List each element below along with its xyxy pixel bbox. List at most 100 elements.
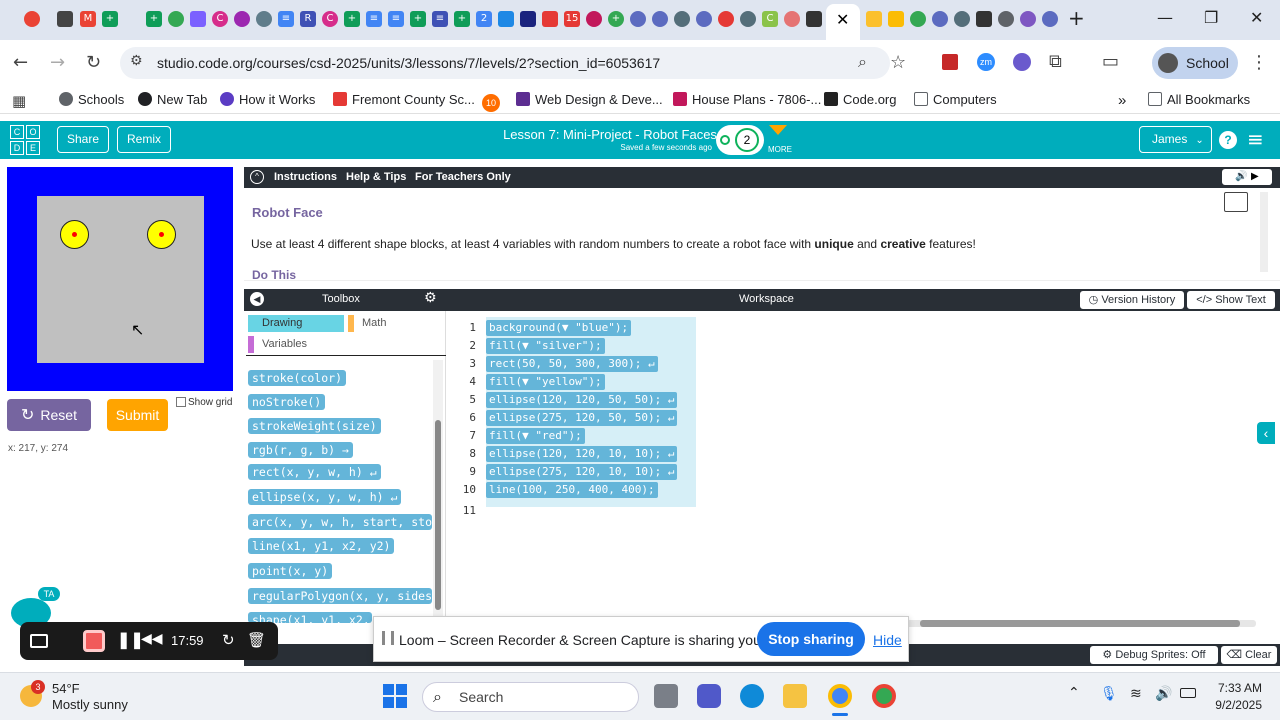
windows-start-icon[interactable] — [383, 684, 407, 708]
category-drawing[interactable]: Drawing — [248, 315, 344, 332]
cast-icon[interactable]: ▭ — [1102, 51, 1119, 72]
tab-favicon[interactable] — [652, 11, 668, 27]
tab-favicon[interactable] — [1020, 11, 1036, 27]
tab-favicon[interactable] — [256, 11, 272, 27]
extension-icon[interactable] — [942, 54, 958, 70]
tab-favicon[interactable] — [932, 11, 948, 27]
codeorg-logo[interactable]: C O D E — [10, 125, 40, 155]
code-line-rect[interactable]: rect(50, 50, 300, 300); ↵ — [486, 356, 658, 372]
tab-teachers-only[interactable]: For Teachers Only — [415, 171, 511, 183]
tab-favicon[interactable] — [740, 11, 756, 27]
bookmark-codeorg[interactable]: Code.org — [824, 92, 896, 107]
bookmark-web-design[interactable]: Web Design & Deve... — [516, 92, 663, 107]
block-line[interactable]: line(x1, y1, x2, y2) — [248, 538, 395, 554]
tab-favicon[interactable]: + — [454, 11, 470, 27]
tab-favicon[interactable] — [586, 11, 602, 27]
stop-recording-icon[interactable] — [83, 630, 105, 652]
code-line-ellipse[interactable]: ellipse(275, 120, 50, 50); ↵ — [486, 410, 678, 426]
microphone-icon[interactable]: 🎙 — [1100, 686, 1118, 702]
trash-icon[interactable]: 🗑 — [247, 631, 266, 649]
tab-favicon[interactable]: + — [102, 11, 118, 27]
show-text-button[interactable]: </> Show Text — [1187, 291, 1275, 309]
collapse-toolbox-icon[interactable]: ◀ — [250, 292, 264, 306]
block-stroke[interactable]: stroke(color) — [248, 370, 347, 386]
taskbar-search[interactable]: ⌕ Search — [422, 682, 639, 712]
edge-icon[interactable] — [740, 684, 764, 708]
docs-tab-icon[interactable]: ≡ — [278, 11, 294, 27]
progress-bubbles[interactable]: 2 — [716, 125, 764, 155]
remix-button[interactable]: Remix — [117, 126, 171, 153]
minimize-icon[interactable]: — — [1157, 8, 1173, 27]
drive-tab-icon[interactable] — [888, 11, 904, 27]
tab-favicon[interactable]: + — [410, 11, 426, 27]
hamburger-menu-icon[interactable]: ≡ — [1247, 127, 1264, 151]
tab-favicon[interactable] — [784, 11, 800, 27]
bookmark-schools[interactable]: Schools — [59, 92, 124, 107]
site-info-icon[interactable]: ⚙ — [130, 53, 143, 69]
progress-dot[interactable] — [720, 135, 730, 145]
submit-button[interactable]: Submit — [107, 399, 168, 431]
apps-grid-icon[interactable]: ▦ — [12, 92, 26, 110]
volume-icon[interactable]: 🔊 — [1155, 686, 1172, 702]
code-line-line[interactable]: line(100, 250, 400, 400); — [486, 482, 658, 498]
tab-instructions[interactable]: Instructions — [274, 171, 337, 183]
file-explorer-icon[interactable] — [783, 684, 807, 708]
hide-link[interactable]: Hide — [873, 632, 902, 648]
bookmark-10[interactable]: 10 — [482, 92, 505, 112]
tab-favicon[interactable] — [234, 11, 250, 27]
record-icon[interactable] — [24, 11, 40, 27]
restore-icon[interactable]: ❐ — [1204, 8, 1218, 27]
zoom-icon[interactable]: ⌕ — [858, 52, 867, 72]
block-rect[interactable]: rect(x, y, w, h) ↵ — [248, 464, 381, 480]
show-grid-checkbox[interactable] — [176, 397, 186, 407]
help-icon[interactable]: ? — [1219, 131, 1237, 149]
forward-icon[interactable]: → — [50, 52, 65, 73]
tab-favicon[interactable]: C — [762, 11, 778, 27]
tab-favicon[interactable]: C — [322, 11, 338, 27]
more-bookmarks-icon[interactable]: » — [1118, 92, 1126, 109]
teams-icon[interactable] — [697, 684, 721, 708]
toolbox-scroll-thumb[interactable] — [435, 420, 441, 610]
audio-play-icon[interactable]: 🔊 ▶ — [1222, 169, 1272, 185]
user-menu[interactable]: James ⌄ — [1139, 126, 1212, 153]
stop-sharing-button[interactable]: Stop sharing — [757, 622, 865, 656]
code-line-fill[interactable]: fill(▼ "silver"); — [486, 338, 605, 354]
weather-temp[interactable]: 54°F — [52, 681, 80, 696]
tab-help-tips[interactable]: Help & Tips — [346, 171, 406, 183]
code-line-fill[interactable]: fill(▼ "yellow"); — [486, 374, 605, 390]
code-line-ellipse[interactable]: ellipse(120, 120, 10, 10); ↵ — [486, 446, 678, 462]
block-arc[interactable]: arc(x, y, w, h, start, sto — [248, 514, 432, 530]
close-tab-icon[interactable]: ✕ — [836, 10, 849, 29]
gear-icon[interactable]: ⚙ — [424, 290, 437, 306]
tray-chevron-up-icon[interactable]: ⌃ — [1068, 685, 1080, 701]
current-level-bubble[interactable]: 2 — [735, 128, 759, 152]
all-bookmarks[interactable]: All Bookmarks — [1148, 92, 1250, 107]
ta-badge[interactable]: TA — [38, 587, 60, 601]
code-line-ellipse[interactable]: ellipse(275, 120, 10, 10); ↵ — [486, 464, 678, 480]
chrome-menu-icon[interactable]: ⋮ — [1250, 52, 1268, 73]
docs-tab-icon[interactable]: ≡ — [388, 11, 404, 27]
bookmark-new-tab[interactable]: New Tab — [138, 92, 207, 107]
task-view-icon[interactable] — [654, 684, 678, 708]
block-nostroke[interactable]: noStroke() — [248, 394, 326, 410]
collapse-icon[interactable]: ^ — [250, 170, 264, 184]
bookmark-folder-computers[interactable]: Computers — [914, 92, 997, 107]
bookmark-star-icon[interactable]: ☆ — [890, 52, 906, 73]
bookmark-fremont[interactable]: Fremont County Sc... — [333, 92, 475, 107]
tab-favicon[interactable] — [1042, 11, 1058, 27]
clock-date[interactable]: 9/2/2025 — [1207, 698, 1262, 712]
block-ellipse[interactable]: ellipse(x, y, w, h) ↵ — [248, 489, 402, 505]
tab-favicon[interactable]: + — [344, 11, 360, 27]
resize-handle[interactable] — [244, 280, 1280, 289]
extension-icon[interactable] — [1013, 53, 1031, 71]
restart-icon[interactable]: ↻ — [222, 631, 235, 649]
block-rgb[interactable]: rgb(r, g, b) → — [248, 442, 353, 458]
tab-favicon[interactable] — [718, 11, 734, 27]
clear-button[interactable]: ⌫ Clear — [1221, 646, 1277, 664]
tab-favicon[interactable]: C — [212, 11, 228, 27]
rewind-icon[interactable]: ◀◀ — [141, 631, 163, 647]
h-scroll-thumb[interactable] — [920, 620, 1240, 627]
tab-favicon[interactable] — [520, 11, 536, 27]
tab-favicon[interactable] — [696, 11, 712, 27]
profile-button[interactable]: School — [1152, 47, 1238, 79]
